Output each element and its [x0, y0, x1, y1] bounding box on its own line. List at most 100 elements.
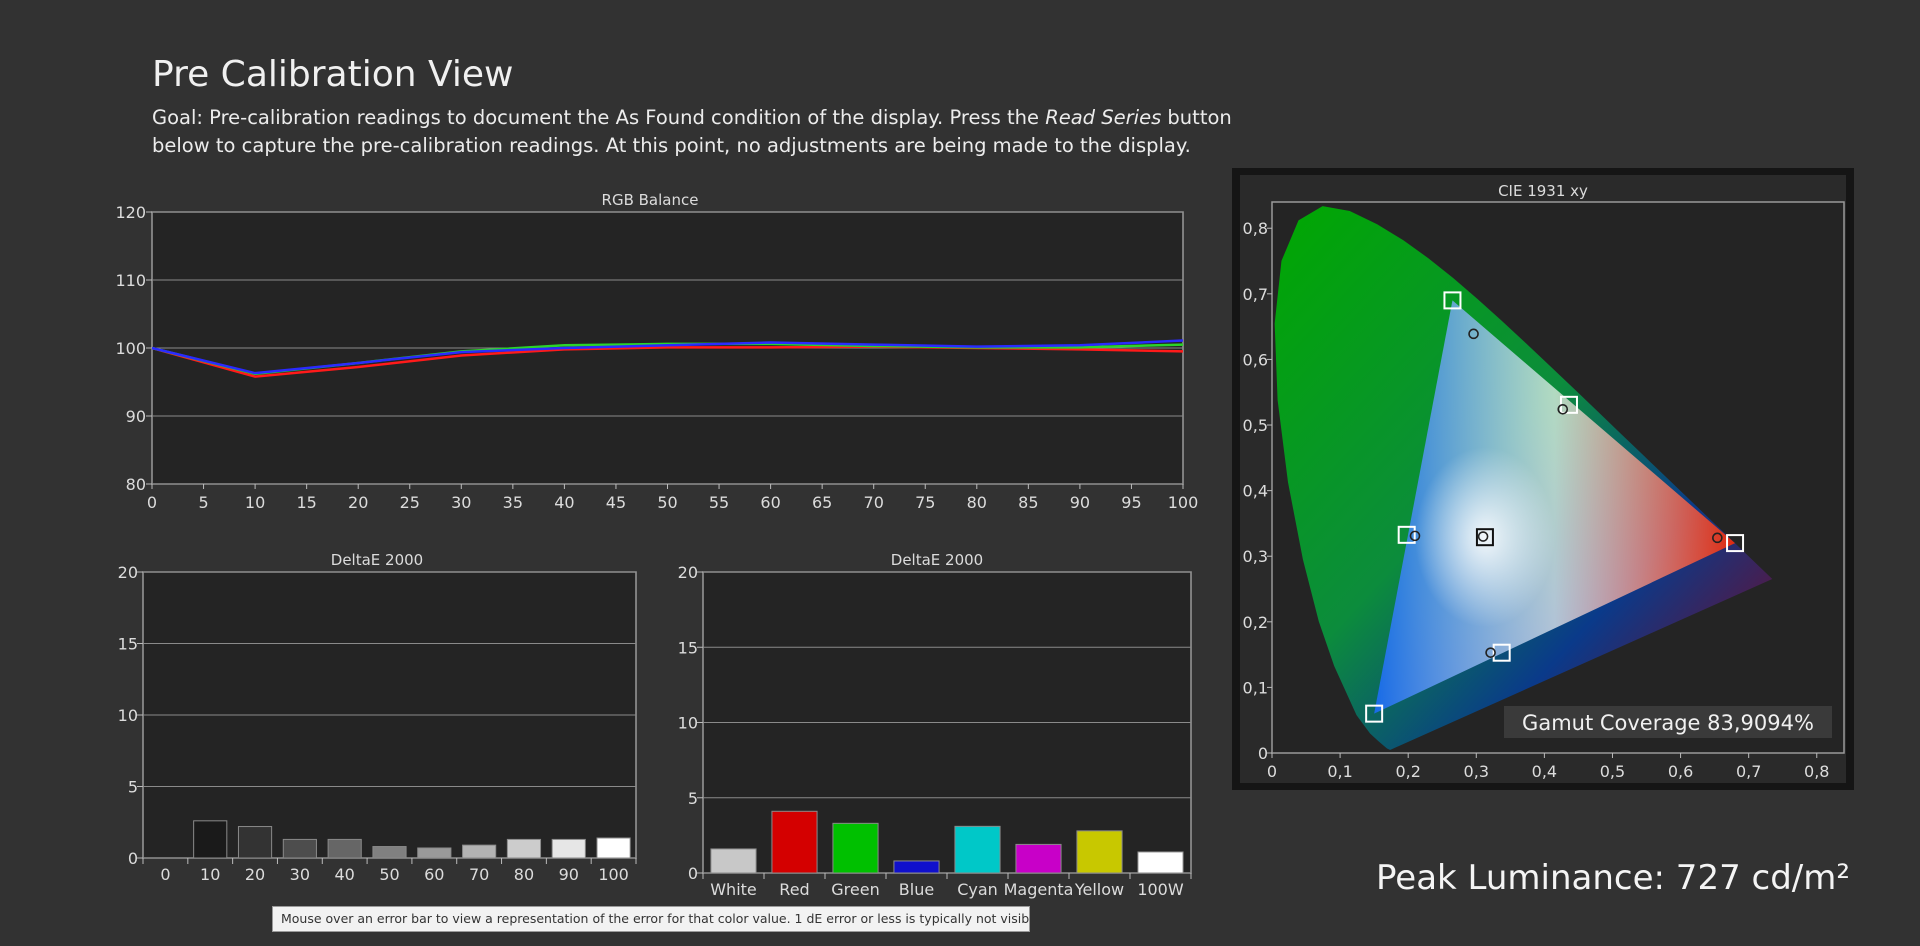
grayscale-deltae-chart: DeltaE 2000 0 5 10 15 20 0 10 20 30 40 50 60 70 80 90 1…	[118, 551, 637, 884]
color-deltae-y-tick-label: 0	[688, 864, 698, 883]
gray-deltae-bar	[506, 838, 542, 859]
rgb-x-tick-label: 85	[1018, 493, 1038, 512]
peak-luminance: Peak Luminance: 727 cd/m²	[1376, 858, 1850, 898]
color-deltae-bar	[1137, 851, 1184, 874]
cie-x-tick-label: 0,7	[1736, 762, 1761, 781]
cie-x-tick-label: 0,6	[1668, 762, 1693, 781]
gray-deltae-bar	[282, 838, 317, 859]
cie-chart: CIE 1931 xy 0 0,1 0,2 0,3 0,4 0,5 0,6 0,7 0,8 0 0,…	[1232, 168, 1854, 790]
cie-x-tick-label: 0,5	[1600, 762, 1625, 781]
rgb-x-tick-label: 50	[657, 493, 677, 512]
gray-deltae-bar	[417, 847, 452, 859]
gray-deltae-x-tick-label: 90	[559, 865, 579, 884]
gray-deltae-bar	[237, 826, 273, 859]
rgb-y-tick-label: 90	[126, 407, 146, 426]
gray-deltae-x-tick-label: 70	[469, 865, 489, 884]
cie-title: CIE 1931 xy	[1498, 182, 1588, 200]
cie-y-tick-label: 0,6	[1243, 350, 1268, 369]
color-deltae-x-tick-label: Blue	[899, 880, 934, 899]
gray-deltae-bar	[551, 838, 586, 859]
cie-y-tick-label: 0,5	[1243, 416, 1268, 435]
gray-deltae-x-tick-label: 40	[335, 865, 355, 884]
charts-canvas: RGB Balance 80901001101200 5 10 15 20 25 30 35 4…	[115, 168, 1854, 899]
color-deltae-x-tick-label: 100W	[1137, 880, 1184, 899]
gray-deltae-y-tick-label: 10	[118, 706, 138, 725]
cie-y-tick-label: 0	[1258, 744, 1268, 763]
cie-y-tick-label: 0,7	[1243, 285, 1268, 304]
color-deltae-bar	[771, 810, 818, 874]
cie-y-tick-label: 0,3	[1243, 547, 1268, 566]
rgb-x-tick-label: 10	[245, 493, 265, 512]
help-tooltip: Mouse over an error bar to view a repres…	[272, 906, 1030, 932]
gamut-coverage-label: Gamut Coverage 83,9094%	[1522, 711, 1814, 735]
gray-deltae-y-tick-label: 0	[128, 849, 138, 868]
cie-x-tick-label: 0,1	[1327, 762, 1352, 781]
gray-deltae-bar	[372, 846, 407, 859]
gray-deltae-x-tick-label: 30	[290, 865, 310, 884]
color-deltae-y-tick-label: 5	[688, 789, 698, 808]
cie-y-tick-label: 0,1	[1243, 678, 1268, 697]
rgb-x-tick-label: 15	[296, 493, 316, 512]
color-deltae-bar	[832, 822, 879, 874]
rgb-x-tick-label: 95	[1121, 493, 1141, 512]
color-deltae-y-tick-label: 10	[678, 714, 698, 733]
rgb-x-tick-label: 65	[812, 493, 832, 512]
color-deltae-bar	[893, 860, 940, 874]
rgb-x-tick-label: 25	[400, 493, 420, 512]
gray-deltae-bar	[596, 837, 631, 859]
rgb-x-tick-label: 5	[198, 493, 208, 512]
cie-x-tick-label: 0,4	[1532, 762, 1557, 781]
rgb-x-tick-label: 0	[147, 493, 157, 512]
gray-deltae-x-tick-label: 80	[514, 865, 534, 884]
rgb-balance-chart: RGB Balance 80 90 100 110 120 0 5 10 15 20 25 30 35 4…	[115, 191, 1198, 512]
gray-deltae-x-tick-label: 10	[200, 865, 220, 884]
gray-deltae-y-tick-label: 15	[118, 635, 138, 654]
color-deltae-y-tick-label: 20	[678, 563, 698, 582]
rgb-x-tick-label: 90	[1070, 493, 1090, 512]
cie-x-tick-label: 0,8	[1804, 762, 1829, 781]
gray-deltae-bar	[327, 838, 362, 859]
rgb-x-tick-label: 70	[864, 493, 884, 512]
color-deltae-title: DeltaE 2000	[891, 551, 983, 569]
gray-deltae-x-tick-label: 60	[424, 865, 444, 884]
gray-deltae-x-tick-label: 50	[379, 865, 399, 884]
cie-y-tick-label: 0,4	[1243, 482, 1268, 501]
grayscale-deltae-title: DeltaE 2000	[331, 551, 423, 569]
cie-x-tick-label: 0	[1267, 762, 1277, 781]
rgb-x-tick-label: 30	[451, 493, 471, 512]
gray-deltae-x-tick-label: 20	[245, 865, 265, 884]
rgb-y-tick-label: 120	[115, 203, 146, 222]
color-deltae-x-tick-label: White	[710, 880, 757, 899]
gray-deltae-bar	[462, 844, 497, 859]
gray-deltae-y-tick-label: 20	[118, 563, 138, 582]
rgb-x-tick-label: 45	[606, 493, 626, 512]
rgb-x-tick-label: 100	[1168, 493, 1199, 512]
rgb-balance-title: RGB Balance	[602, 191, 699, 209]
gray-deltae-bar	[193, 820, 228, 859]
rgb-y-tick-label: 110	[115, 271, 146, 290]
cie-y-tick-label: 0,8	[1243, 219, 1268, 238]
rgb-x-tick-label: 40	[554, 493, 574, 512]
gray-deltae-x-tick-label: 100	[598, 865, 629, 884]
cie-x-tick-label: 0,2	[1395, 762, 1420, 781]
cie-x-tick-label: 0,3	[1464, 762, 1489, 781]
gray-deltae-x-tick-label: 0	[160, 865, 170, 884]
color-deltae-x-tick-label: Magenta	[1004, 880, 1074, 899]
color-deltae-chart: DeltaE 2000 0 5 10 15 20 White Red Green Blue Cya…	[678, 551, 1192, 899]
rgb-x-tick-label: 35	[503, 493, 523, 512]
color-deltae-x-tick-label: Yellow	[1074, 880, 1124, 899]
color-deltae-x-tick-label: Green	[831, 880, 879, 899]
color-deltae-x-tick-label: Red	[779, 880, 809, 899]
color-deltae-bar	[1015, 843, 1062, 874]
rgb-x-tick-label: 20	[348, 493, 368, 512]
rgb-x-tick-label: 75	[915, 493, 935, 512]
color-deltae-y-tick-label: 15	[678, 638, 698, 657]
color-deltae-x-tick-label: Cyan	[957, 880, 998, 899]
rgb-x-tick-label: 80	[967, 493, 987, 512]
gray-deltae-y-tick-label: 5	[128, 778, 138, 797]
rgb-x-tick-label: 60	[760, 493, 780, 512]
color-deltae-bar	[954, 825, 1001, 874]
color-deltae-bar	[1076, 830, 1123, 874]
cie-white-glow	[1414, 447, 1555, 628]
cie-y-tick-label: 0,2	[1243, 613, 1268, 632]
